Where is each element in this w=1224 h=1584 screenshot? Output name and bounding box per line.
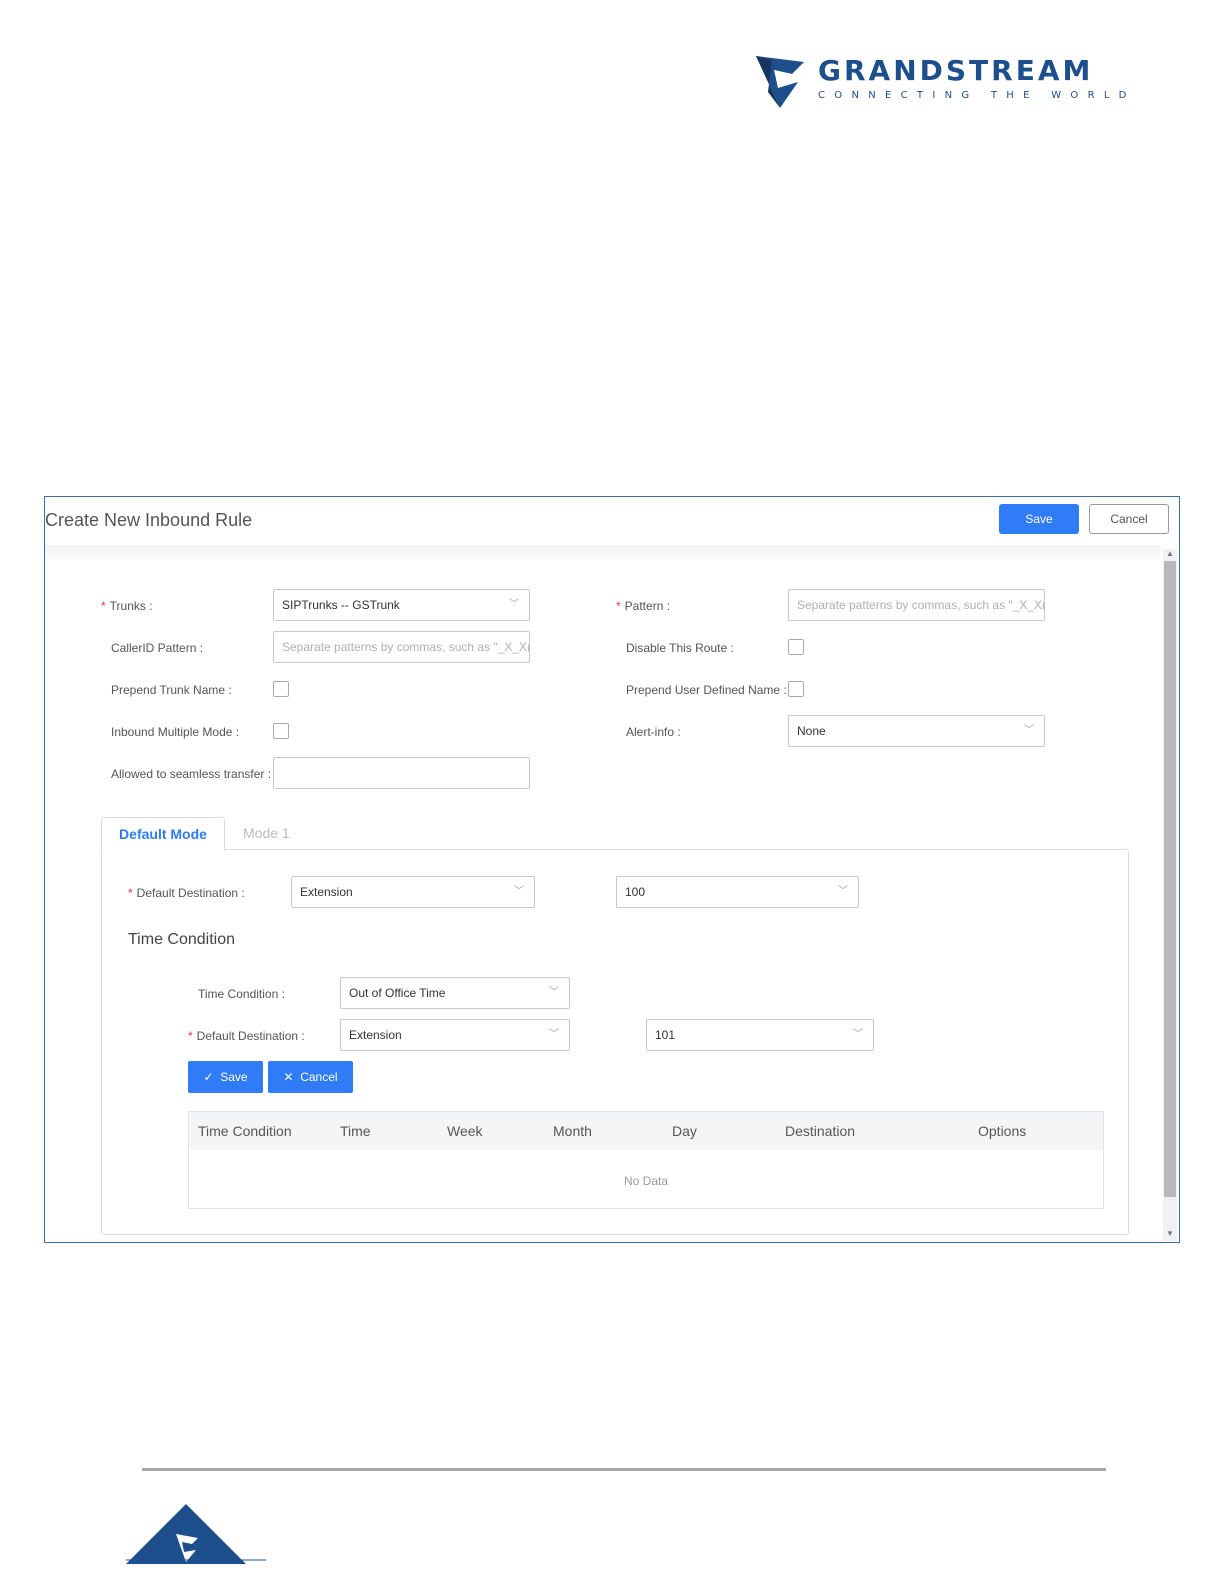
required-asterisk-icon: *	[101, 599, 106, 613]
close-icon: ✕	[283, 1070, 294, 1084]
column-header: Destination	[785, 1123, 856, 1139]
alert-info-value: None	[797, 724, 826, 738]
pattern-placeholder: Separate patterns by commas, such as "_X…	[797, 598, 1045, 612]
inbound-rule-dialog: Create New Inbound Rule Save Cancel ▲ ▼ …	[44, 496, 1180, 1243]
time-condition-label: Time Condition :	[198, 987, 285, 1001]
time-condition-cancel-button[interactable]: ✕ Cancel	[268, 1061, 353, 1093]
prepend-trunk-name-checkbox[interactable]	[273, 681, 289, 697]
required-asterisk-icon: *	[616, 599, 621, 613]
vertical-scrollbar[interactable]: ▲ ▼	[1163, 549, 1177, 1241]
time-condition-select[interactable]: Out of Office Time ﹀	[340, 977, 570, 1009]
seamless-transfer-input[interactable]	[273, 757, 530, 789]
grandstream-triangle-icon	[126, 1504, 266, 1564]
default-destination-type-value: Extension	[300, 885, 353, 899]
tc-destination-type-value: Extension	[349, 1028, 402, 1042]
chevron-down-icon: ﹀	[549, 1029, 559, 1040]
seamless-transfer-label: Allowed to seamless transfer :	[111, 767, 272, 781]
check-icon: ✓	[203, 1070, 214, 1084]
cancel-button[interactable]: Cancel	[1089, 504, 1169, 534]
default-destination-label: * Default Destination :	[128, 886, 245, 900]
required-asterisk-icon: *	[128, 886, 133, 900]
time-condition-value: Out of Office Time	[349, 986, 446, 1000]
callerid-pattern-input[interactable]: Separate patterns by commas, such as "_X…	[273, 631, 530, 663]
chevron-down-icon: ﹀	[853, 1029, 863, 1040]
scroll-up-arrow-icon[interactable]: ▲	[1166, 549, 1174, 558]
brand-tagline: CONNECTING THE WORLD	[818, 90, 1136, 101]
trunks-label: * Trunks :	[101, 599, 153, 613]
disable-route-checkbox[interactable]	[788, 639, 804, 655]
prepend-trunk-name-label: Prepend Trunk Name :	[111, 683, 232, 697]
tc-default-destination-label: * Default Destination :	[188, 1029, 305, 1043]
dialog-header: Create New Inbound Rule Save Cancel	[45, 497, 1179, 545]
chevron-down-icon: ﹀	[1024, 725, 1034, 736]
disable-route-label: Disable This Route :	[626, 641, 734, 655]
prepend-user-name-checkbox[interactable]	[788, 681, 804, 697]
scroll-down-arrow-icon[interactable]: ▼	[1166, 1229, 1174, 1238]
column-header: Time Condition	[198, 1123, 292, 1139]
chevron-down-icon: ﹀	[549, 987, 559, 998]
callerid-pattern-placeholder: Separate patterns by commas, such as "_X…	[282, 640, 530, 654]
callerid-pattern-label: CallerID Pattern :	[111, 641, 204, 655]
column-header: Options	[978, 1123, 1027, 1139]
tab-mode-1[interactable]: Mode 1	[243, 817, 323, 850]
tc-destination-type-select[interactable]: Extension ﹀	[340, 1019, 570, 1051]
footer-divider	[142, 1468, 1106, 1471]
pattern-label: * Pattern :	[616, 599, 671, 613]
table-header: Time Condition Time Week Month Day Desti…	[189, 1112, 1103, 1150]
save-button[interactable]: Save	[999, 504, 1079, 534]
tc-destination-value-select[interactable]: 101 ﹀	[646, 1019, 874, 1051]
grandstream-logo: GRANDSTREAM CONNECTING THE WORLD	[752, 50, 1126, 112]
default-destination-value: 100	[625, 885, 646, 899]
time-condition-table: Time Condition Time Week Month Day Desti…	[188, 1111, 1104, 1209]
empty-table-message: No Data	[623, 1174, 669, 1188]
prepend-user-name-label: Prepend User Defined Name :	[626, 683, 787, 697]
alert-info-select[interactable]: None ﹀	[788, 715, 1045, 747]
column-header: Month	[553, 1123, 592, 1139]
header-divider	[45, 545, 1161, 559]
default-destination-value-select[interactable]: 100 ﹀	[616, 876, 859, 908]
dialog-title: Create New Inbound Rule	[45, 510, 253, 530]
brand-name: GRANDSTREAM	[818, 54, 1094, 87]
chevron-down-icon: ﹀	[838, 886, 848, 897]
trunks-value: SIPTrunks -- GSTrunk	[282, 598, 400, 612]
trunks-select[interactable]: SIPTrunks -- GSTrunk ﹀	[273, 589, 530, 621]
alert-info-label: Alert-info :	[626, 725, 681, 739]
pattern-input[interactable]: Separate patterns by commas, such as "_X…	[788, 589, 1045, 621]
tab-default-mode[interactable]: Default Mode	[101, 817, 225, 851]
time-condition-heading: Time Condition	[128, 931, 236, 948]
time-condition-save-button[interactable]: ✓ Save	[188, 1061, 263, 1093]
scroll-thumb[interactable]	[1164, 561, 1176, 1197]
default-destination-type-select[interactable]: Extension ﹀	[291, 876, 535, 908]
inbound-multiple-mode-checkbox[interactable]	[273, 723, 289, 739]
column-header: Week	[447, 1123, 483, 1139]
column-header: Day	[672, 1123, 697, 1139]
required-asterisk-icon: *	[188, 1029, 193, 1043]
grandstream-emblem-icon	[756, 56, 804, 108]
chevron-down-icon: ﹀	[514, 886, 524, 897]
inbound-multiple-mode-label: Inbound Multiple Mode :	[111, 725, 240, 739]
footer-logo	[126, 1504, 266, 1584]
chevron-down-icon: ﹀	[509, 599, 519, 610]
column-header: Time	[340, 1123, 371, 1139]
tc-destination-value: 101	[655, 1028, 676, 1042]
